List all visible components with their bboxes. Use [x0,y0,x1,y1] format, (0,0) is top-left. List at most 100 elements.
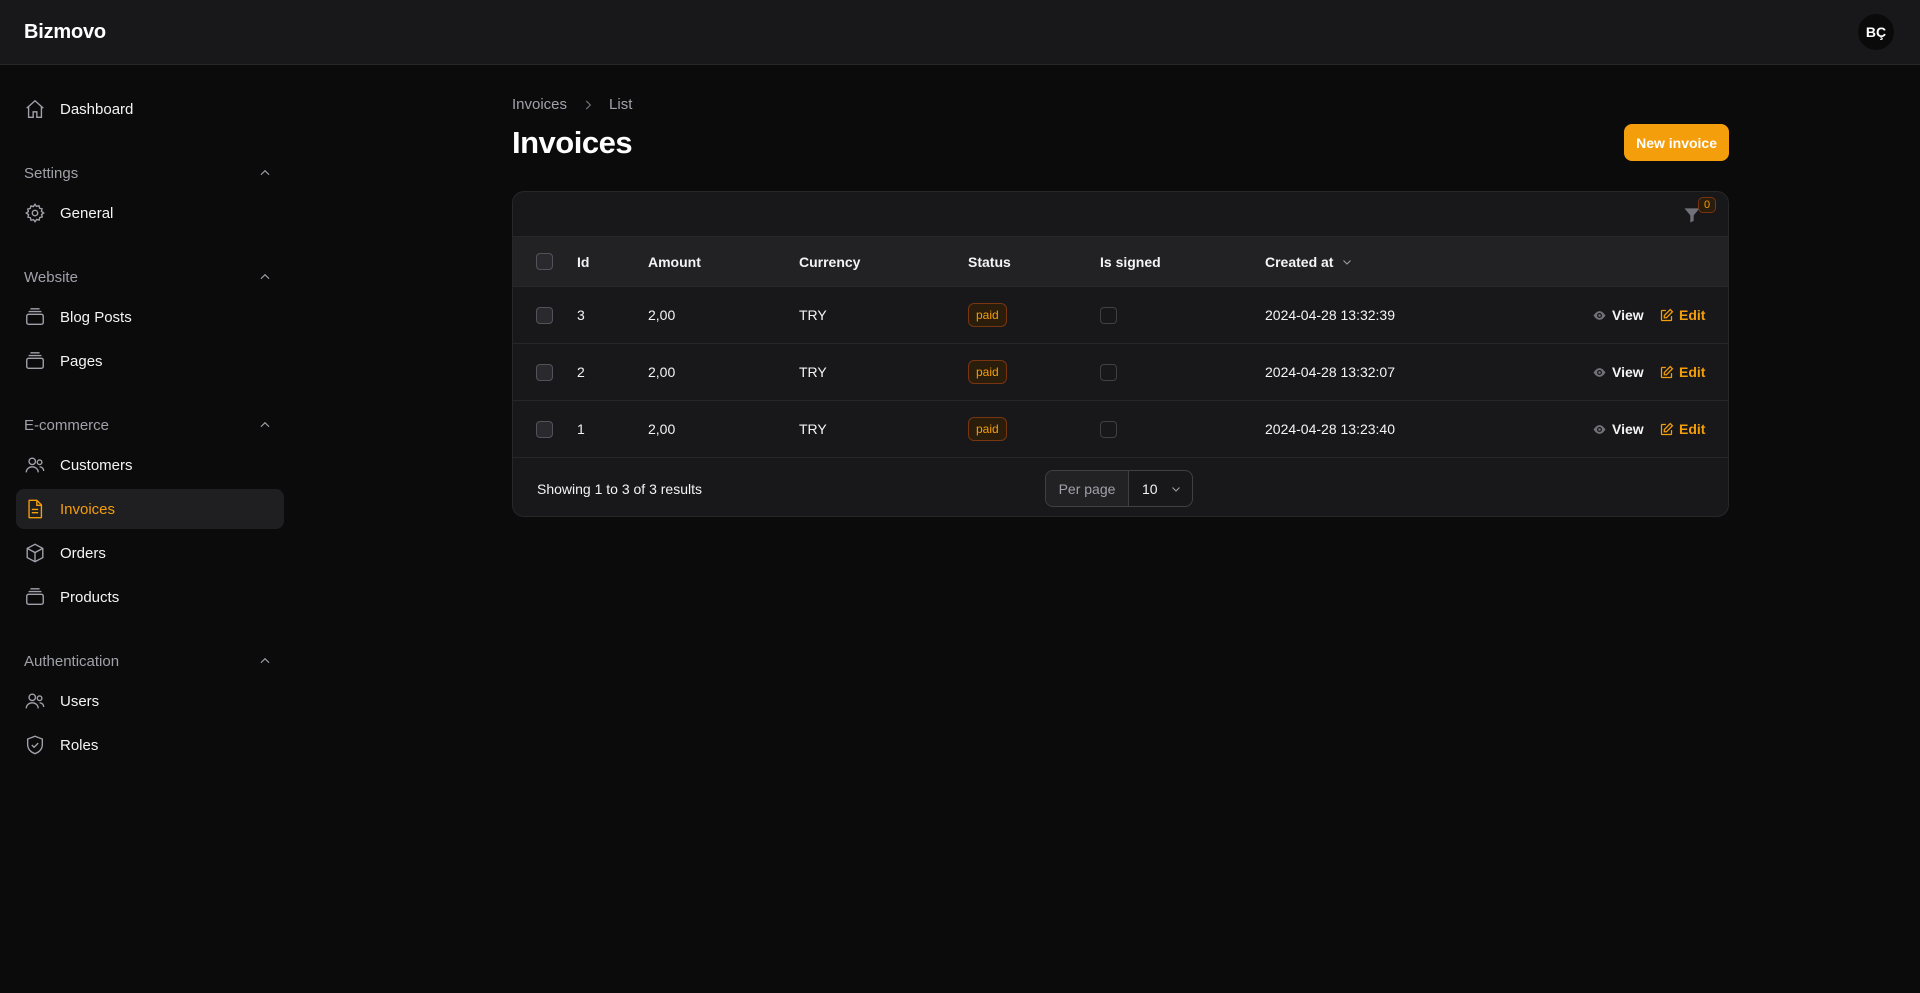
sidebar-item-customers[interactable]: Customers [16,445,284,485]
column-header-is-signed[interactable]: Is signed [1100,254,1161,270]
cell-id: 2 [577,364,585,380]
sidebar: Dashboard Settings General Website Blog … [0,65,300,993]
edit-button[interactable]: Edit [1659,364,1705,380]
home-icon [26,99,44,118]
sidebar-item-users[interactable]: Users [16,681,284,721]
is-signed-checkbox [1100,306,1117,324]
brand-logo[interactable]: Bizmovo [24,21,106,44]
nav-group-ecommerce: E-commerce Customers Invoices Orders Pro… [16,405,284,617]
new-invoice-button[interactable]: New invoice [1624,124,1729,161]
table-row: 3 2,00 TRY paid 2024-04-28 13:32:39 View… [513,287,1728,344]
table-toolbar: 0 [513,192,1728,237]
stack-icon [26,308,44,326]
cell-created-at: 2024-04-28 13:23:40 [1265,421,1395,437]
sidebar-item-pages[interactable]: Pages [16,341,284,381]
is-signed-checkbox [1100,363,1117,381]
edit-label: Edit [1679,364,1706,380]
cell-id: 1 [577,421,585,437]
sidebar-item-blog-posts[interactable]: Blog Posts [16,297,284,337]
group-header-settings[interactable]: Settings [16,153,284,193]
view-label: View [1612,364,1644,380]
chevron-right-icon [585,100,592,109]
status-badge: paid [968,417,1007,441]
sidebar-item-orders[interactable]: Orders [16,533,284,573]
chevron-up-icon [260,421,270,428]
edit-button[interactable]: Edit [1659,421,1705,437]
view-button[interactable]: View [1592,307,1644,323]
edit-icon [1660,308,1674,321]
group-label: Authentication [24,652,120,670]
group-label: Settings [24,164,79,182]
group-header-authentication[interactable]: Authentication [16,641,284,681]
sidebar-item-label: Users [60,692,100,710]
cell-amount: 2,00 [648,421,676,437]
group-header-ecommerce[interactable]: E-commerce [16,405,284,445]
edit-icon [1660,365,1674,378]
breadcrumb-parent[interactable]: Invoices [512,96,567,113]
sidebar-item-products[interactable]: Products [16,577,284,617]
view-label: View [1612,421,1644,437]
per-page-select[interactable]: Per page 10 [1045,470,1193,507]
cell-currency: TRY [799,364,827,380]
view-button[interactable]: View [1592,364,1644,380]
sidebar-item-label: Blog Posts [60,308,132,326]
row-checkbox[interactable] [536,306,553,324]
breadcrumb: Invoices List [512,96,632,113]
eye-icon [1593,367,1606,377]
sidebar-item-label: Products [60,588,120,606]
chevron-up-icon [260,657,270,664]
view-label: View [1612,307,1644,323]
sidebar-item-label: Orders [60,544,106,562]
stack-icon [26,352,44,370]
sidebar-item-label: Roles [60,736,99,754]
status-badge: paid [968,303,1007,327]
row-checkbox[interactable] [536,363,553,381]
sidebar-item-label: Customers [60,456,133,474]
cube-icon [26,543,44,563]
status-badge: paid [968,360,1007,384]
column-header-label: Created at [1265,253,1334,270]
column-header-currency[interactable]: Currency [799,254,860,270]
column-header-amount[interactable]: Amount [648,254,701,270]
chevron-down-icon [1343,259,1352,265]
cell-amount: 2,00 [648,364,676,380]
results-summary: Showing 1 to 3 of 3 results [537,480,702,497]
cell-created-at: 2024-04-28 13:32:39 [1265,307,1395,323]
sidebar-item-label: Invoices [60,500,116,518]
users-icon [25,693,45,709]
group-header-website[interactable]: Website [16,257,284,297]
edit-button[interactable]: Edit [1659,307,1705,323]
cell-id: 3 [577,307,585,323]
group-label: E-commerce [24,416,110,434]
table-row: 1 2,00 TRY paid 2024-04-28 13:23:40 View… [513,401,1728,458]
view-button[interactable]: View [1592,421,1644,437]
table-row: 2 2,00 TRY paid 2024-04-28 13:32:07 View… [513,344,1728,401]
table-header-row: Id Amount Currency Status Is signed Crea… [513,237,1728,287]
sidebar-item-label: General [60,204,114,222]
row-checkbox[interactable] [536,420,553,438]
invoices-table: 0 Id Amount Currency Status Is signed Cr… [512,191,1729,517]
group-label: Website [24,268,78,286]
column-header-created-at[interactable]: Created at [1265,254,1353,270]
eye-icon [1593,310,1606,320]
sidebar-item-roles[interactable]: Roles [16,725,284,765]
select-all-checkbox[interactable] [536,253,553,270]
sidebar-item-invoices[interactable]: Invoices [16,489,284,529]
column-header-id[interactable]: Id [577,254,589,270]
edit-label: Edit [1679,421,1706,437]
chevron-down-icon [1172,486,1180,492]
per-page-label: Per page [1046,471,1129,506]
nav-group-settings: Settings General [16,153,284,233]
cell-created-at: 2024-04-28 13:32:07 [1265,364,1395,380]
column-header-status[interactable]: Status [968,254,1011,270]
breadcrumb-current: List [609,96,633,113]
per-page-selected: 10 [1142,480,1158,497]
cell-currency: TRY [799,307,827,323]
per-page-value[interactable]: 10 [1129,471,1192,506]
eye-icon [1593,424,1606,434]
sidebar-item-general[interactable]: General [16,193,284,233]
sidebar-item-label: Dashboard [60,100,134,118]
sidebar-item-dashboard[interactable]: Dashboard [16,89,284,129]
edit-icon [1660,422,1674,435]
user-avatar[interactable]: BÇ [1858,14,1894,50]
